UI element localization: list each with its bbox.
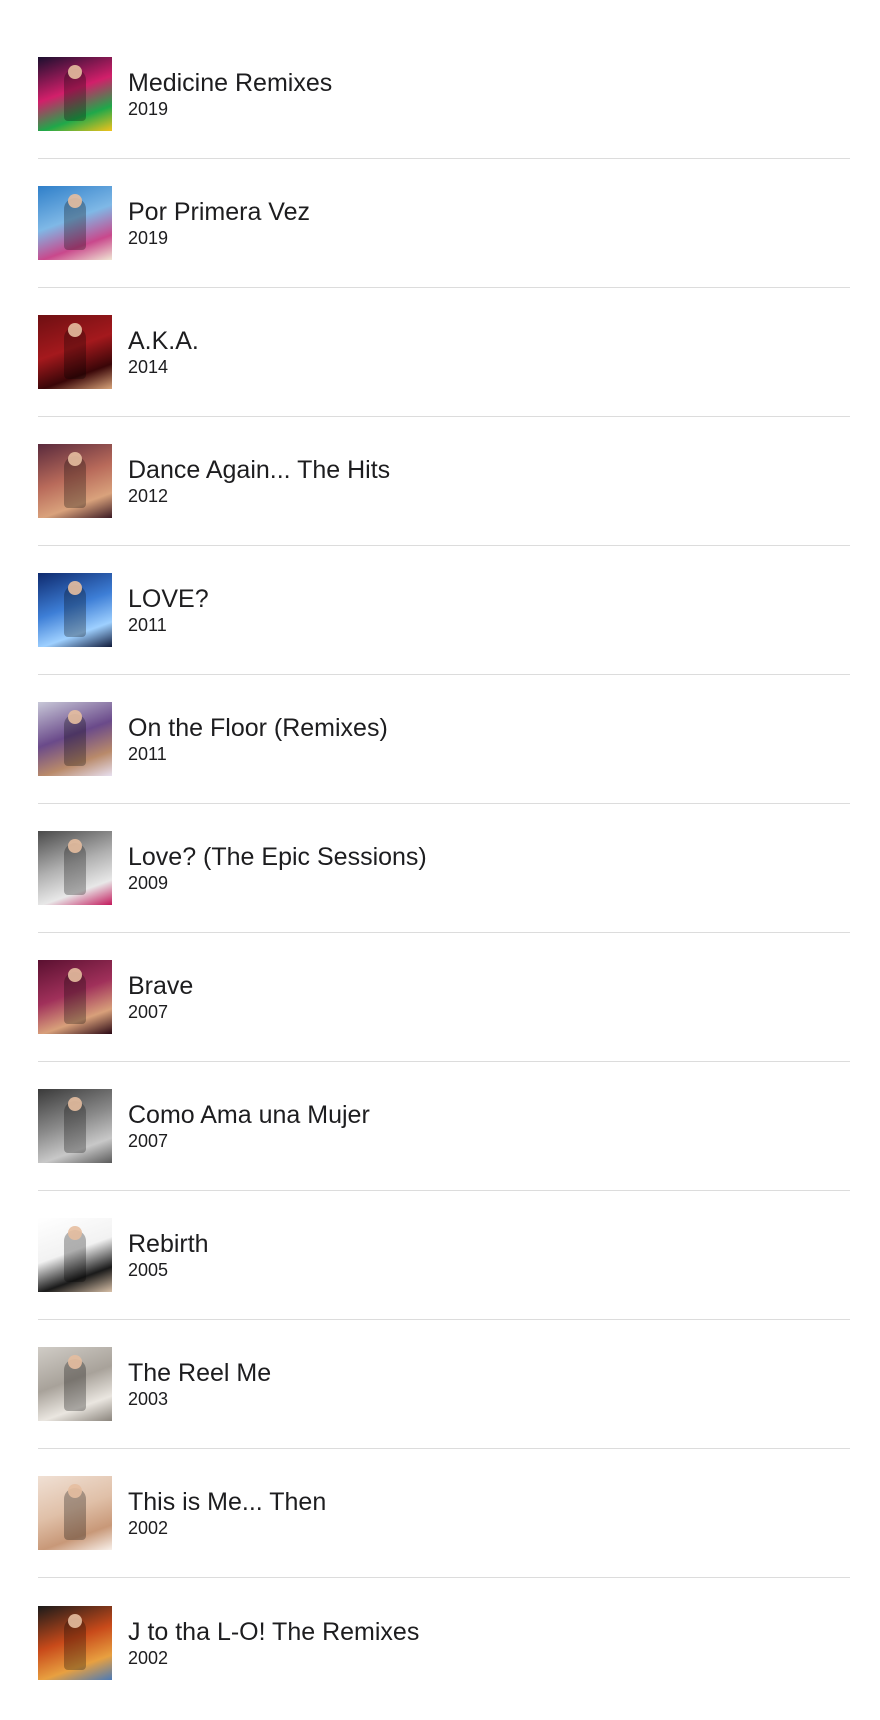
- album-art-como-ama-una-mujer[interactable]: [38, 1089, 112, 1163]
- album-art-on-the-floor[interactable]: [38, 702, 112, 776]
- album-art-head-icon: [68, 1097, 82, 1111]
- album-art-por-primera-vez[interactable]: [38, 186, 112, 260]
- album-text: Rebirth 2005: [128, 1229, 209, 1281]
- album-row[interactable]: Dance Again... The Hits 2012: [38, 417, 850, 546]
- album-art-head-icon: [68, 1613, 82, 1628]
- album-title[interactable]: Brave: [128, 971, 193, 1001]
- album-art-j-to-tha-lo[interactable]: [38, 1605, 112, 1680]
- album-art-rebirth[interactable]: [38, 1218, 112, 1292]
- album-art-love[interactable]: [38, 573, 112, 647]
- album-text: A.K.A. 2014: [128, 326, 199, 378]
- album-year: 2002: [128, 1518, 169, 1538]
- album-row[interactable]: J to tha L-O! The Remixes 2002: [38, 1578, 850, 1707]
- album-art-head-icon: [68, 194, 82, 208]
- album-year: 2002: [128, 1647, 169, 1668]
- album-year: 2014: [128, 357, 169, 377]
- album-text: Como Ama una Mujer 2007: [128, 1100, 370, 1152]
- album-art-dance-again[interactable]: [38, 444, 112, 518]
- album-year: 2007: [128, 1002, 169, 1022]
- album-year: 2011: [128, 744, 167, 764]
- album-year: 2011: [128, 615, 167, 635]
- album-text: On the Floor (Remixes) 2011: [128, 713, 388, 765]
- album-art-love-epic-sessions[interactable]: [38, 831, 112, 905]
- album-text: This is Me... Then 2002: [128, 1487, 326, 1539]
- album-title[interactable]: Love? (The Epic Sessions): [128, 842, 427, 872]
- album-row[interactable]: LOVE? 2011: [38, 546, 850, 675]
- album-row[interactable]: Brave 2007: [38, 933, 850, 1062]
- album-art-aka[interactable]: [38, 315, 112, 389]
- album-row[interactable]: Love? (The Epic Sessions) 2009: [38, 804, 850, 933]
- album-title[interactable]: Como Ama una Mujer: [128, 1100, 370, 1130]
- album-title[interactable]: On the Floor (Remixes): [128, 713, 388, 743]
- album-list: Medicine Remixes 2019 Por Primera Vez 20…: [0, 0, 880, 1707]
- album-title[interactable]: Rebirth: [128, 1229, 209, 1259]
- album-text: Love? (The Epic Sessions) 2009: [128, 842, 427, 894]
- album-title[interactable]: LOVE?: [128, 584, 209, 614]
- album-art-the-reel-me[interactable]: [38, 1347, 112, 1421]
- album-title[interactable]: J to tha L-O! The Remixes: [128, 1617, 419, 1647]
- album-year: 2003: [128, 1389, 169, 1409]
- album-row[interactable]: Rebirth 2005: [38, 1191, 850, 1320]
- album-art-head-icon: [68, 1226, 82, 1240]
- album-title[interactable]: This is Me... Then: [128, 1487, 326, 1517]
- album-art-head-icon: [68, 968, 82, 982]
- album-art-head-icon: [68, 323, 82, 337]
- album-art-head-icon: [68, 65, 82, 79]
- album-art-head-icon: [68, 1484, 82, 1498]
- album-year: 2009: [128, 873, 169, 893]
- album-row[interactable]: The Reel Me 2003: [38, 1320, 850, 1449]
- album-row[interactable]: This is Me... Then 2002: [38, 1449, 850, 1578]
- album-row[interactable]: Por Primera Vez 2019: [38, 159, 850, 288]
- album-text: The Reel Me 2003: [128, 1358, 271, 1410]
- album-row[interactable]: Medicine Remixes 2019: [38, 30, 850, 159]
- album-title[interactable]: Medicine Remixes: [128, 68, 332, 98]
- album-text: Medicine Remixes 2019: [128, 68, 332, 120]
- album-row[interactable]: On the Floor (Remixes) 2011: [38, 675, 850, 804]
- album-art-this-is-me-then[interactable]: [38, 1476, 112, 1550]
- album-text: Dance Again... The Hits 2012: [128, 455, 390, 507]
- album-art-head-icon: [68, 1355, 82, 1369]
- album-year: 2012: [128, 486, 169, 506]
- album-title[interactable]: Dance Again... The Hits: [128, 455, 390, 485]
- album-row[interactable]: A.K.A. 2014: [38, 288, 850, 417]
- album-year: 2005: [128, 1260, 169, 1280]
- album-row[interactable]: Como Ama una Mujer 2007: [38, 1062, 850, 1191]
- album-year: 2007: [128, 1131, 169, 1151]
- album-text: J to tha L-O! The Remixes 2002: [128, 1617, 419, 1669]
- album-art-medicine-remixes[interactable]: [38, 57, 112, 131]
- album-title[interactable]: The Reel Me: [128, 1358, 271, 1388]
- album-art-brave[interactable]: [38, 960, 112, 1034]
- album-art-head-icon: [68, 581, 82, 595]
- album-year: 2019: [128, 99, 169, 119]
- album-text: Brave 2007: [128, 971, 193, 1023]
- album-text: LOVE? 2011: [128, 584, 209, 636]
- album-text: Por Primera Vez 2019: [128, 197, 310, 249]
- album-title[interactable]: Por Primera Vez: [128, 197, 310, 227]
- album-year: 2019: [128, 228, 169, 248]
- album-art-head-icon: [68, 839, 82, 853]
- album-art-head-icon: [68, 452, 82, 466]
- album-title[interactable]: A.K.A.: [128, 326, 199, 356]
- album-art-head-icon: [68, 710, 82, 724]
